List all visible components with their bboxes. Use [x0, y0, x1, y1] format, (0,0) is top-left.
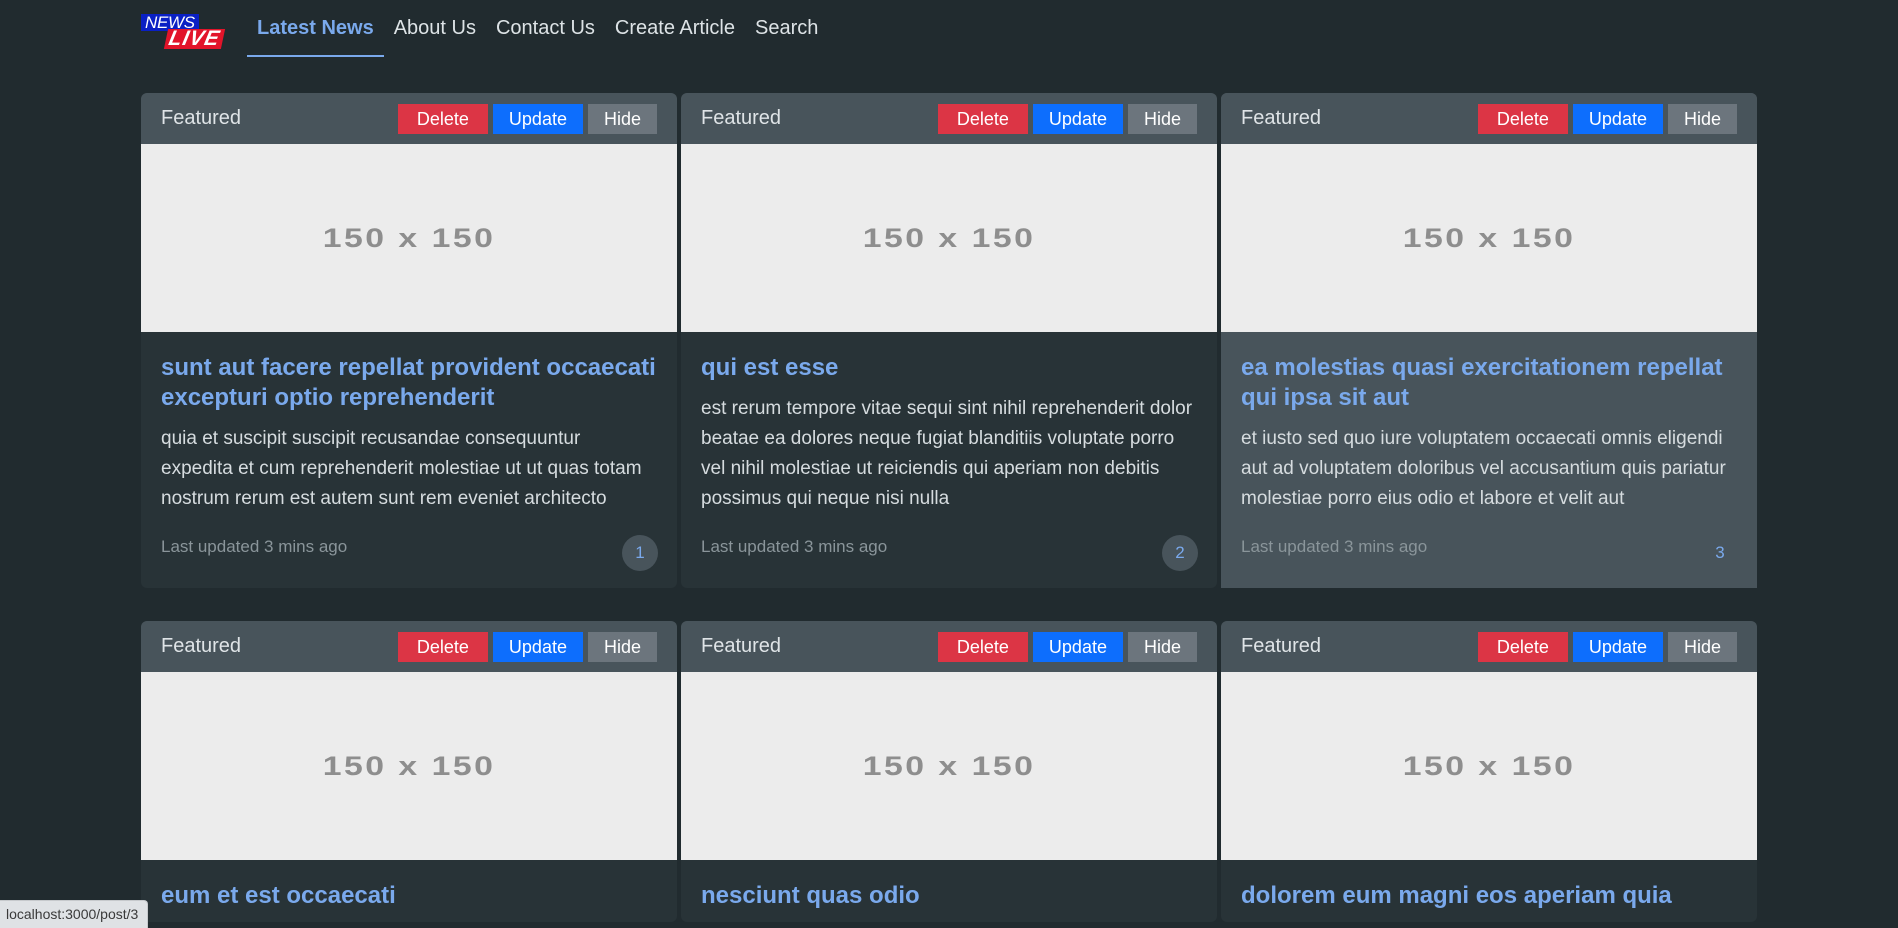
last-updated-text: Last updated 3 mins ago: [1241, 537, 1428, 556]
hide-button[interactable]: Hide: [1667, 631, 1737, 662]
browser-status-url: localhost:3000/post/3: [0, 900, 149, 928]
image-placeholder-text: 150 x 150: [862, 222, 1036, 253]
update-button[interactable]: Update: [492, 103, 583, 134]
nav-create-article[interactable]: Create Article: [605, 9, 745, 48]
image-placeholder-text: 150 x 150: [322, 750, 496, 781]
last-updated-text: Last updated 3 mins ago: [161, 537, 348, 556]
news-card: Featured Delete Update Hide 150 x 150 do…: [1221, 621, 1757, 922]
card-image[interactable]: 150 x 150: [681, 144, 1217, 332]
nav-about-us[interactable]: About Us: [384, 9, 486, 48]
delete-button[interactable]: Delete: [397, 631, 488, 662]
delete-button[interactable]: Delete: [1477, 103, 1568, 134]
card-header: Featured Delete Update Hide: [1221, 93, 1757, 144]
card-footer: Last updated 3 mins ago 2: [701, 514, 1198, 588]
card-image[interactable]: 150 x 150: [1221, 144, 1757, 332]
card-title-link[interactable]: ea molestias quasi exercitationem repell…: [1241, 353, 1737, 413]
nav-latest-news[interactable]: Latest News: [247, 9, 384, 57]
image-placeholder-text: 150 x 150: [1402, 222, 1576, 253]
card-body: ea molestias quasi exercitationem repell…: [1221, 332, 1757, 588]
card-image[interactable]: 150 x 150: [141, 672, 677, 860]
news-card: Featured Delete Update Hide 150 x 150 qu…: [681, 93, 1217, 588]
featured-label: Featured: [161, 635, 242, 657]
hide-button[interactable]: Hide: [1127, 103, 1197, 134]
card-text: est rerum tempore vitae sequi sint nihil…: [701, 398, 1193, 509]
card-body: nesciunt quas odio: [681, 860, 1217, 911]
card-body: eum et est occaecati: [141, 860, 677, 911]
featured-label: Featured: [1241, 107, 1322, 129]
news-card: Featured Delete Update Hide 150 x 150 ea…: [1221, 93, 1757, 588]
featured-label: Featured: [701, 635, 782, 657]
featured-label: Featured: [701, 107, 782, 129]
card-image[interactable]: 150 x 150: [1221, 672, 1757, 860]
card-body: qui est esse est rerum tempore vitae seq…: [681, 332, 1217, 588]
delete-button[interactable]: Delete: [397, 103, 488, 134]
card-title-link[interactable]: eum et est occaecati: [161, 881, 657, 911]
main-nav: Latest News About Us Contact Us Create A…: [247, 0, 828, 57]
update-button[interactable]: Update: [1032, 631, 1123, 662]
hide-button[interactable]: Hide: [587, 103, 657, 134]
logo-live-text: LIVE: [163, 27, 225, 50]
hide-button[interactable]: Hide: [1127, 631, 1197, 662]
image-placeholder-text: 150 x 150: [1402, 750, 1576, 781]
post-id-badge: 2: [1162, 535, 1198, 571]
card-body: sunt aut facere repellat provident occae…: [141, 332, 677, 588]
card-title-link[interactable]: dolorem eum magni eos aperiam quia: [1241, 881, 1737, 911]
update-button[interactable]: Update: [1032, 103, 1123, 134]
card-header: Featured Delete Update Hide: [141, 93, 677, 144]
post-id-badge: 1: [622, 535, 658, 571]
card-header: Featured Delete Update Hide: [681, 93, 1217, 144]
update-button[interactable]: Update: [1572, 631, 1663, 662]
nav-search[interactable]: Search: [745, 9, 828, 48]
card-header: Featured Delete Update Hide: [141, 621, 677, 672]
card-title-link[interactable]: qui est esse: [701, 353, 1197, 383]
update-button[interactable]: Update: [1572, 103, 1663, 134]
featured-label: Featured: [161, 107, 242, 129]
featured-label: Featured: [1241, 635, 1322, 657]
news-live-logo[interactable]: NEWS LIVE: [141, 14, 227, 50]
card-title-link[interactable]: sunt aut facere repellat provident occae…: [161, 353, 657, 413]
card-footer: Last updated 3 mins ago 3: [1241, 514, 1737, 588]
last-updated-text: Last updated 3 mins ago: [701, 537, 888, 556]
card-header: Featured Delete Update Hide: [1221, 621, 1757, 672]
card-body: dolorem eum magni eos aperiam quia: [1221, 860, 1757, 911]
nav-contact-us[interactable]: Contact Us: [486, 9, 605, 48]
news-card-grid: Featured Delete Update Hide 150 x 150 su…: [141, 93, 1759, 922]
hide-button[interactable]: Hide: [1667, 103, 1737, 134]
card-text: quia et suscipit suscipit recusandae con…: [161, 428, 642, 509]
card-footer: Last updated 3 mins ago 1: [161, 514, 658, 588]
post-id-badge: 3: [1715, 543, 1725, 562]
news-card: Featured Delete Update Hide 150 x 150 ne…: [681, 621, 1217, 922]
update-button[interactable]: Update: [492, 631, 583, 662]
hide-button[interactable]: Hide: [587, 631, 657, 662]
card-image[interactable]: 150 x 150: [681, 672, 1217, 860]
card-text: et iusto sed quo iure voluptatem occaeca…: [1241, 428, 1726, 509]
delete-button[interactable]: Delete: [937, 631, 1028, 662]
delete-button[interactable]: Delete: [937, 103, 1028, 134]
image-placeholder-text: 150 x 150: [862, 750, 1036, 781]
delete-button[interactable]: Delete: [1477, 631, 1568, 662]
news-card: Featured Delete Update Hide 150 x 150 eu…: [141, 621, 677, 922]
image-placeholder-text: 150 x 150: [322, 222, 496, 253]
news-card: Featured Delete Update Hide 150 x 150 su…: [141, 93, 677, 588]
card-title-link[interactable]: nesciunt quas odio: [701, 881, 1197, 911]
card-header: Featured Delete Update Hide: [681, 621, 1217, 672]
card-image[interactable]: 150 x 150: [141, 144, 677, 332]
